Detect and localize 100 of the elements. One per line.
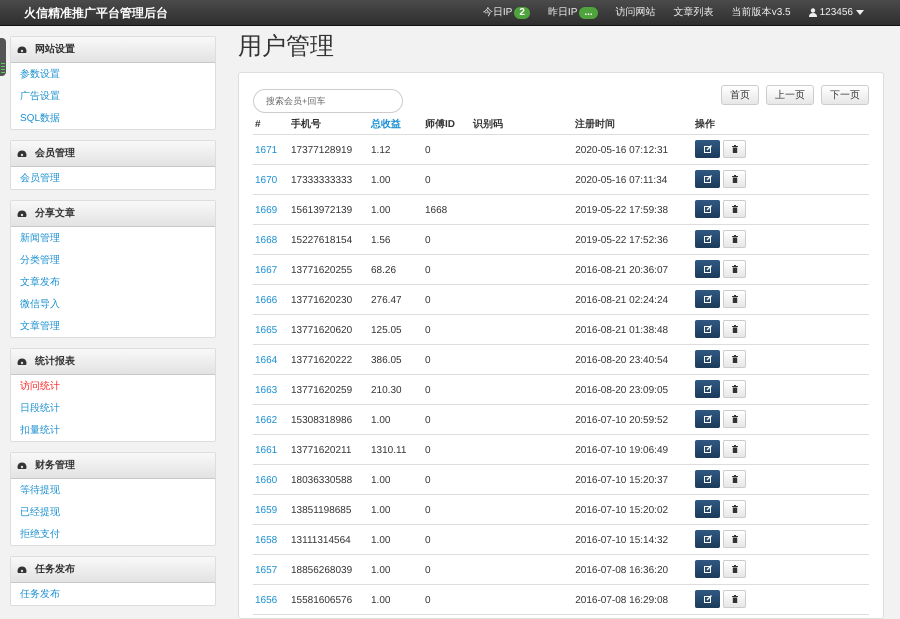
pager-button[interactable]: 首页 xyxy=(721,85,759,105)
search-field[interactable]: 搜索会员+回车 xyxy=(253,89,403,113)
pager-button[interactable]: 下一页 xyxy=(821,85,869,105)
edit-button[interactable] xyxy=(695,380,720,398)
table-cell: 1.00 xyxy=(371,564,390,576)
delete-button[interactable] xyxy=(723,350,746,368)
table-cell: 13111314564 xyxy=(291,534,351,546)
edit-button[interactable] xyxy=(695,230,720,248)
menu-link[interactable]: 任务发布 xyxy=(11,583,215,605)
delete-button[interactable] xyxy=(723,590,746,608)
menu-link[interactable]: 分类管理 xyxy=(11,249,215,271)
menu-link[interactable]: 广告设置 xyxy=(11,85,215,107)
id-link[interactable]: 1658 xyxy=(255,534,278,546)
id-link[interactable]: 1662 xyxy=(255,414,278,426)
menu-link[interactable]: 新闻管理 xyxy=(11,227,215,249)
id-link[interactable]: 1659 xyxy=(255,504,278,516)
stat-label: 昨日IP xyxy=(548,6,578,20)
edit-button[interactable] xyxy=(695,440,720,458)
menu-link[interactable]: 扣量统计 xyxy=(11,419,215,441)
edit-button[interactable] xyxy=(695,560,720,578)
nav-link[interactable]: 访问网站 xyxy=(616,5,656,20)
delete-button[interactable] xyxy=(723,290,746,308)
table-cell: 0 xyxy=(425,294,431,306)
table-cell: 1.00 xyxy=(371,174,390,186)
dashboard-icon xyxy=(17,149,27,158)
table-cell: 13851198685 xyxy=(291,504,352,516)
id-link[interactable]: 1670 xyxy=(255,174,278,186)
delete-button[interactable] xyxy=(723,500,746,518)
edit-icon xyxy=(704,534,712,542)
menu-link[interactable]: 已经提现 xyxy=(11,501,215,523)
table-cell: 276.47 xyxy=(371,294,402,306)
delete-button[interactable] xyxy=(723,410,746,428)
edit-button[interactable] xyxy=(695,200,720,218)
table-cell: 13771620211 xyxy=(291,444,352,456)
delete-button[interactable] xyxy=(723,260,746,278)
table-cell: 1668 xyxy=(425,204,448,216)
delete-button[interactable] xyxy=(723,560,746,578)
id-link[interactable]: 1669 xyxy=(255,204,278,216)
nav-link[interactable]: 当前版本v3.5 xyxy=(732,5,791,20)
delete-button[interactable] xyxy=(723,200,746,218)
table-cell: 2016-07-08 16:29:08 xyxy=(575,594,668,606)
edit-button[interactable] xyxy=(695,590,720,608)
pager-button[interactable]: 上一页 xyxy=(766,85,814,105)
column-header[interactable]: 总收益 xyxy=(371,118,401,130)
edit-icon xyxy=(704,264,712,272)
menu-link[interactable]: 参数设置 xyxy=(11,63,215,85)
delete-button[interactable] xyxy=(723,170,746,188)
edit-button[interactable] xyxy=(695,500,720,518)
table-cell: 1310.11 xyxy=(371,444,406,456)
trash-icon xyxy=(732,564,738,572)
delete-button[interactable] xyxy=(723,530,746,548)
edit-icon xyxy=(704,594,712,602)
id-link[interactable]: 1661 xyxy=(255,444,278,456)
trash-icon xyxy=(732,444,738,452)
delete-button[interactable] xyxy=(723,140,746,158)
menu-link[interactable]: 拒绝支付 xyxy=(11,523,215,545)
side-handle[interactable] xyxy=(0,38,6,76)
panel-title: 网站设置 xyxy=(35,42,75,57)
menu-link[interactable]: SQL数据 xyxy=(11,107,215,129)
trash-icon xyxy=(732,594,738,602)
delete-button[interactable] xyxy=(723,470,746,488)
count-badge: 2 xyxy=(514,6,530,18)
id-link[interactable]: 1660 xyxy=(255,474,278,486)
column-header: 师傅ID xyxy=(425,118,455,130)
edit-button[interactable] xyxy=(695,320,720,338)
menu-link[interactable]: 等待提现 xyxy=(11,479,215,501)
id-link[interactable]: 1663 xyxy=(255,384,278,396)
menu-link[interactable]: 文章发布 xyxy=(11,271,215,293)
id-link[interactable]: 1667 xyxy=(255,264,278,276)
menu-link[interactable]: 会员管理 xyxy=(11,167,215,189)
id-link[interactable]: 1666 xyxy=(255,294,278,306)
edit-button[interactable] xyxy=(695,140,720,158)
user-menu[interactable]: 123456 xyxy=(808,5,864,20)
edit-button[interactable] xyxy=(695,410,720,428)
edit-button[interactable] xyxy=(695,290,720,308)
delete-button[interactable] xyxy=(723,380,746,398)
id-link[interactable]: 1657 xyxy=(255,564,278,576)
delete-button[interactable] xyxy=(723,230,746,248)
edit-button[interactable] xyxy=(695,170,720,188)
menu-link[interactable]: 微信导入 xyxy=(11,293,215,315)
menu-link[interactable]: 日段统计 xyxy=(11,397,215,419)
edit-button[interactable] xyxy=(695,260,720,278)
edit-icon xyxy=(704,444,712,452)
edit-button[interactable] xyxy=(695,530,720,548)
id-link[interactable]: 1671 xyxy=(255,144,278,156)
delete-button[interactable] xyxy=(723,440,746,458)
edit-button[interactable] xyxy=(695,350,720,368)
id-link[interactable]: 1665 xyxy=(255,324,278,336)
menu-link[interactable]: 文章管理 xyxy=(11,315,215,337)
menu-link[interactable]: 访问统计 xyxy=(11,375,215,397)
edit-button[interactable] xyxy=(695,470,720,488)
id-link[interactable]: 1668 xyxy=(255,234,278,246)
delete-button[interactable] xyxy=(723,320,746,338)
edit-icon xyxy=(704,414,712,422)
nav-link[interactable]: 文章列表 xyxy=(674,5,714,20)
table-cell: 15227618154 xyxy=(291,234,352,246)
table-cell: 0 xyxy=(425,444,431,456)
id-link[interactable]: 1664 xyxy=(255,354,278,366)
dashboard-icon xyxy=(17,565,27,574)
id-link[interactable]: 1656 xyxy=(255,594,278,606)
